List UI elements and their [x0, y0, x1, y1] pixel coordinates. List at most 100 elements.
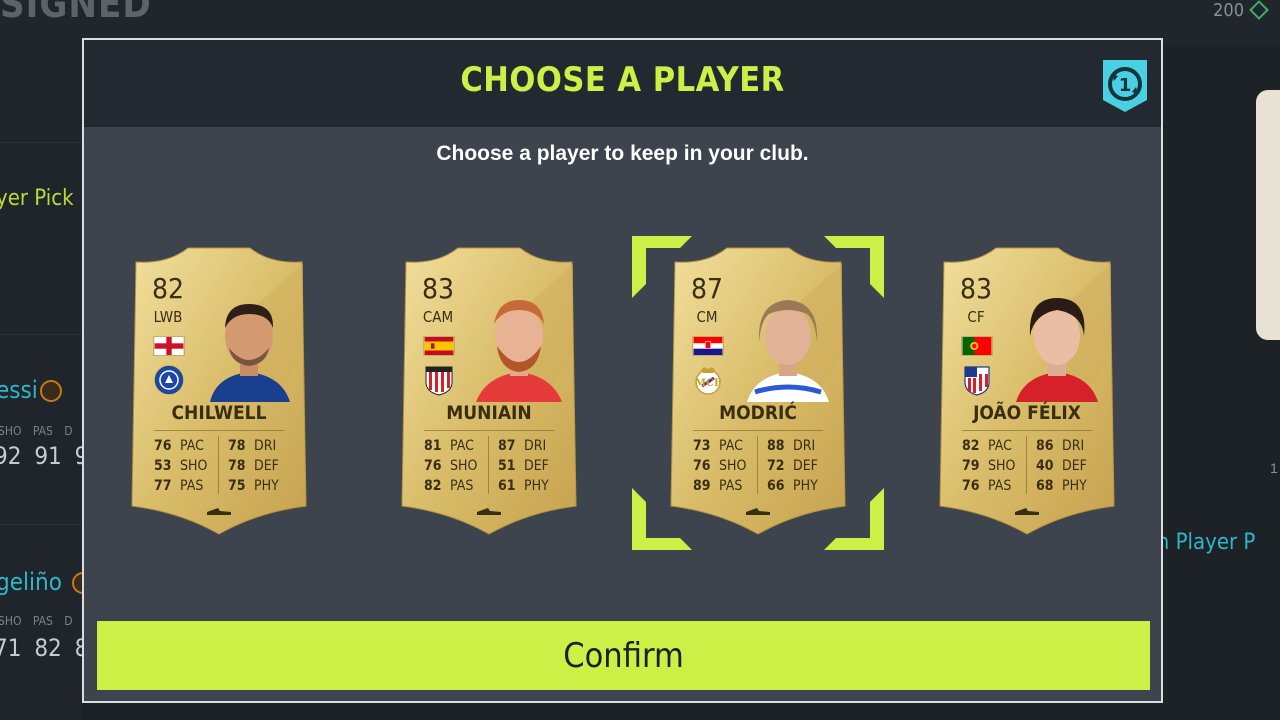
stat-row: 81 PAC [424, 436, 494, 456]
stat-value: 66 [767, 478, 785, 494]
player-portrait [476, 300, 562, 402]
stat-label: PAC [719, 438, 743, 454]
stat-value: 73 [693, 438, 711, 454]
stat-value: 51 [498, 458, 516, 474]
card-divider [962, 430, 1092, 431]
stat-row: 86 DRI [1036, 436, 1106, 456]
stat-value: 72 [767, 458, 785, 474]
background-card [1256, 90, 1280, 340]
player-card-modric[interactable]: 87 CM MCF MODRIĆ 73 PAC 76 SHO 89 PAS 88… [667, 244, 849, 536]
stats-right: 88 DRI 72 DEF 66 PHY [767, 436, 837, 496]
stat-value: 61 [498, 478, 516, 494]
modal-title: CHOOSE A PLAYER [460, 60, 785, 100]
stat-row: 79 SHO [962, 456, 1032, 476]
stat-label: DEF [793, 458, 818, 474]
chelsea-badge-icon [153, 364, 185, 396]
stat-label: DEF [1062, 458, 1087, 474]
stats-right: 87 DRI 51 DEF 61 PHY [498, 436, 568, 496]
stats-left: 76 PAC 53 SHO 77 PAS [154, 436, 224, 496]
player-card-joao-felix[interactable]: 83 CF JOÃO FÉLIX 82 PAC 79 SHO 76 PAS 86… [936, 244, 1118, 536]
boot-icon [477, 508, 501, 515]
stat-value: 89 [693, 478, 711, 494]
stat-label: DRI [254, 438, 277, 454]
card-divider [424, 430, 554, 431]
stat-value: 75 [228, 478, 246, 494]
background-player-name: geliño [0, 568, 62, 596]
background-divider [0, 334, 82, 335]
stat-value: 87 [498, 438, 516, 454]
croatia-flag-icon [692, 336, 724, 356]
background-row-label: yer Pick [0, 186, 74, 211]
stat-row: 51 DEF [498, 456, 568, 476]
stat-label: SHO [988, 458, 1016, 474]
stat-label: PHY [254, 478, 279, 494]
background-stat-values: 92 91 9 [0, 442, 89, 470]
player-name: MUNIAIN [446, 402, 532, 424]
card-divider [693, 430, 823, 431]
stat-value: 68 [1036, 478, 1054, 494]
player-name: MODRIĆ [719, 402, 797, 424]
stat-value: 78 [228, 458, 246, 474]
stat-value: 76 [154, 438, 172, 454]
stats-right: 78 DRI 78 DEF 75 PHY [228, 436, 298, 496]
player-card-chilwell[interactable]: 82 LWB CHILWELL 76 PAC 53 SHO 77 PAS 78 … [128, 244, 310, 536]
stat-value: 79 [962, 458, 980, 474]
stat-row: 82 PAS [424, 476, 494, 496]
stat-row: 76 SHO [424, 456, 494, 476]
stat-label: SHO [450, 458, 478, 474]
stat-label: PHY [793, 478, 818, 494]
stat-label: PAC [180, 438, 204, 454]
stat-label: SHO [719, 458, 747, 474]
stat-value: 77 [154, 478, 172, 494]
player-position: CF [967, 308, 985, 326]
boot-icon [746, 508, 770, 515]
coin-icon [1249, 0, 1269, 20]
stat-value: 82 [962, 438, 980, 454]
pick-count: 1 [1119, 75, 1132, 96]
stat-label: PAS [180, 478, 204, 494]
stat-label: PAS [450, 478, 474, 494]
player-position: LWB [153, 308, 183, 326]
athletic-club-badge-icon [425, 366, 453, 396]
stat-value: 76 [693, 458, 711, 474]
stat-row: 68 PHY [1036, 476, 1106, 496]
background-link-text: m Player P [1150, 530, 1256, 555]
stat-value: 40 [1036, 458, 1054, 474]
stat-value: 76 [962, 478, 980, 494]
stat-row: 78 DRI [228, 436, 298, 456]
player-position: CM [696, 308, 718, 326]
stat-row: 76 PAC [154, 436, 224, 456]
player-rating: 83 [421, 272, 455, 305]
background-player-name: essi [0, 376, 38, 404]
stats-right: 86 DRI 40 DEF 68 PHY [1036, 436, 1106, 496]
stat-row: 76 SHO [693, 456, 763, 476]
background-divider [0, 142, 82, 143]
boot-icon [207, 508, 231, 515]
confirm-button[interactable]: Confirm [97, 621, 1150, 690]
stats-left: 82 PAC 79 SHO 76 PAS [962, 436, 1032, 496]
player-position: CAM [422, 308, 454, 326]
stat-row: 40 DEF [1036, 456, 1106, 476]
stat-row: 53 SHO [154, 456, 224, 476]
player-rating: 83 [959, 272, 993, 305]
stat-value: 88 [767, 438, 785, 454]
stat-row: 87 DRI [498, 436, 568, 456]
stat-label: PAC [988, 438, 1012, 454]
player-card-muniain[interactable]: 83 CAM MUNIAIN 81 PAC 76 SHO 82 PAS 87 D… [398, 244, 580, 536]
stat-label: PAS [719, 478, 743, 494]
player-name: JOÃO FÉLIX [973, 402, 1081, 424]
player-rating: 87 [690, 272, 724, 305]
stat-label: DRI [1062, 438, 1085, 454]
player-rating: 82 [151, 272, 185, 305]
stat-label: PAC [450, 438, 474, 454]
background-title: SIGNED [0, 0, 152, 26]
background-stat-labels: SHO PAS D [0, 424, 73, 438]
background-count: 1 [1270, 460, 1278, 476]
boot-icon [1015, 508, 1039, 515]
england-flag-icon [153, 336, 185, 356]
player-portrait [1016, 298, 1098, 402]
modal-subtitle: Choose a player to keep in your club. [436, 142, 809, 165]
stat-label: PHY [524, 478, 549, 494]
stat-row: 82 PAC [962, 436, 1032, 456]
stat-label: DEF [254, 458, 279, 474]
